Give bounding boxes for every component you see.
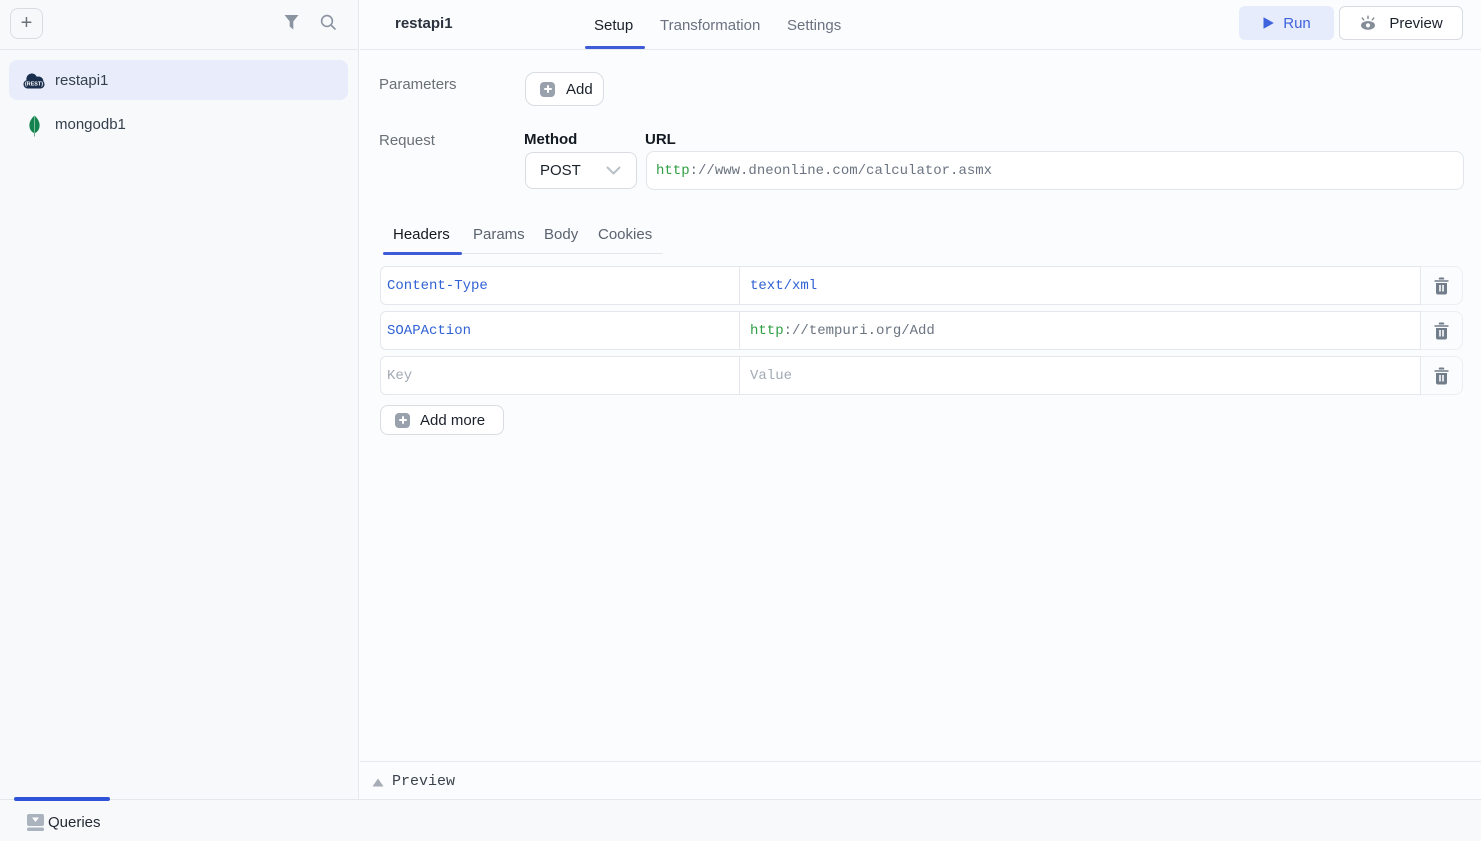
svg-text:{REST}: {REST} (25, 82, 44, 88)
